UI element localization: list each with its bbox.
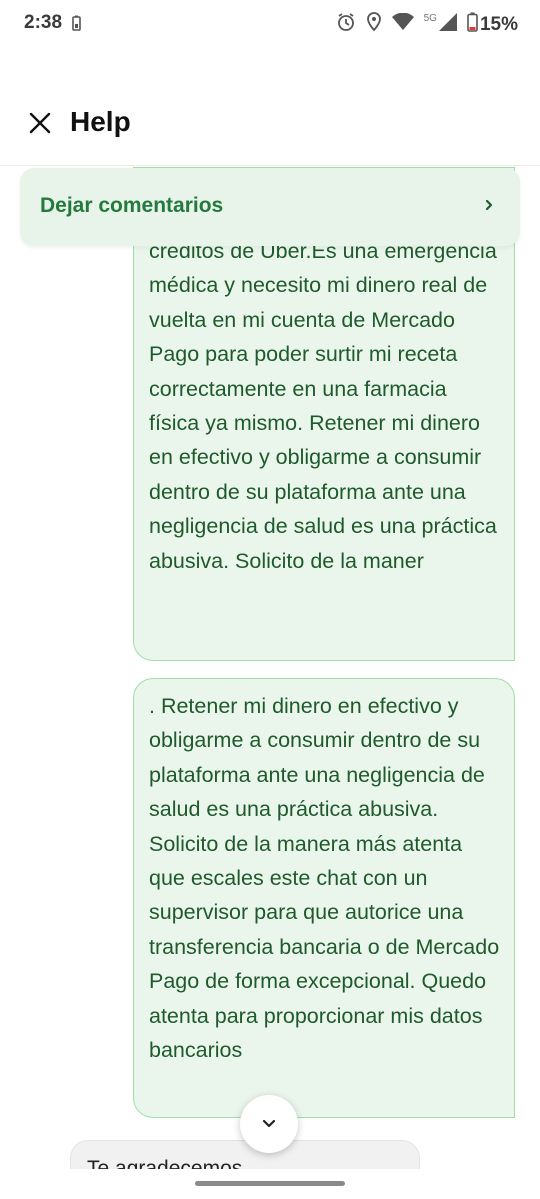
help-header: Help xyxy=(0,96,540,166)
message-text: Te agradecemos xyxy=(87,1157,243,1169)
agent-message: Te agradecemos xyxy=(70,1140,420,1169)
user-message: . Retener mi dinero en efectivo y obliga… xyxy=(133,678,515,1118)
message-text: créditos de Uber.Es una emergencia médic… xyxy=(149,239,497,573)
chat-messages[interactable]: créditos de Uber.Es una emergencia médic… xyxy=(0,167,540,1169)
feedback-button[interactable]: Dejar comentarios xyxy=(20,168,520,246)
scroll-to-bottom-button[interactable] xyxy=(240,1095,298,1153)
location-icon xyxy=(366,12,382,37)
home-indicator[interactable] xyxy=(195,1181,345,1186)
chevron-right-icon xyxy=(484,197,494,218)
status-icons: 5G 15% xyxy=(336,12,518,37)
message-text: . Retener mi dinero en efectivo y obliga… xyxy=(149,694,500,1063)
status-bar: 2:38 5G 15% xyxy=(0,0,540,48)
signal-icon xyxy=(438,13,457,36)
wifi-icon xyxy=(391,12,414,36)
alarm-icon xyxy=(336,12,356,37)
close-icon xyxy=(29,112,51,134)
battery-saver-icon xyxy=(72,15,81,36)
battery-icon xyxy=(467,12,478,37)
feedback-label: Dejar comentarios xyxy=(40,194,224,217)
network-type: 5G xyxy=(423,13,437,24)
status-time: 2:38 xyxy=(24,12,63,33)
page-title: Help xyxy=(70,106,131,137)
close-button[interactable] xyxy=(26,109,54,137)
battery-percent: 15% xyxy=(479,13,518,35)
chevron-down-icon xyxy=(262,1119,276,1128)
